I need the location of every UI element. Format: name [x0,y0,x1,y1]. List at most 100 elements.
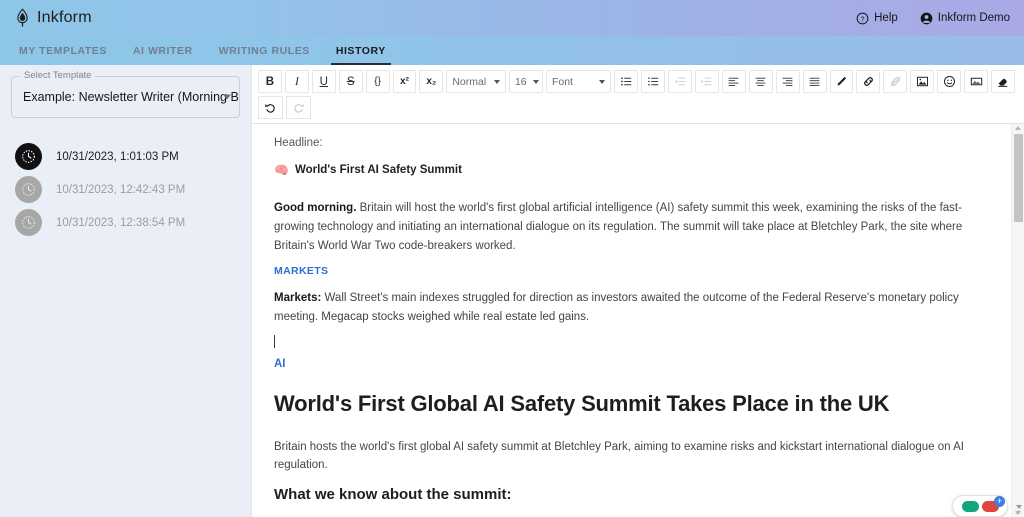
account-circle-icon [920,12,933,25]
font-size-value: 16 [514,75,527,88]
template-select-value[interactable]: Example: Newsletter Writer (Morning Brew… [11,76,240,118]
chevron-down-icon [599,79,606,84]
insert-image-button[interactable] [910,70,935,93]
markets-section-heading: MARKETS [274,265,329,278]
underline-button[interactable]: U [311,70,336,93]
app-header: Inkform ? Help Inkform Demo [0,0,1024,36]
history-clock-icon [15,176,42,203]
font-family-value: Font [551,75,573,88]
writing-assistant-widget[interactable]: + [952,495,1008,517]
editor-toolbar: B I U S {} x² x₂ Normal 16 Font [252,65,1024,124]
indent-increase-button[interactable] [695,70,719,93]
bulleted-list-icon [620,75,633,88]
tab-my-templates[interactable]: MY TEMPLATES [6,36,120,65]
article-subtitle: Britain hosts the world's first global A… [274,440,964,472]
highlighter-button[interactable] [829,70,854,93]
subscript-button[interactable]: x₂ [419,70,444,93]
numbered-list-button[interactable] [641,70,666,93]
history-timestamp: 10/31/2023, 12:38:54 PM [56,216,186,229]
tab-ai-writer[interactable]: AI WRITER [120,36,206,65]
svg-text:?: ? [861,16,865,23]
history-item-0[interactable]: 10/31/2023, 1:01:03 PM [11,140,240,173]
chevron-down-icon [493,79,500,84]
app-root: Inkform ? Help Inkform Demo MY TEMPLATES… [0,0,1024,517]
clear-format-icon [996,75,1009,88]
editor-column: B I U S {} x² x₂ Normal 16 Font Headline… [252,65,1024,517]
assistant-plus-badge[interactable]: + [994,496,1005,507]
toolbar-row-2 [258,96,1018,119]
chevron-down-icon [223,94,231,100]
tab-writing-rules[interactable]: WRITING RULES [206,36,323,65]
history-item-1[interactable]: 10/31/2023, 12:42:43 PM [11,173,240,206]
emoji-button[interactable] [937,70,962,93]
link-icon [862,75,875,88]
numbered-list-icon [647,75,660,88]
redo-icon [292,101,305,114]
history-clock-icon [15,209,42,236]
text-cursor [274,334,996,349]
tab-history[interactable]: HISTORY [323,36,399,65]
bulleted-list-button[interactable] [614,70,639,93]
history-item-2[interactable]: 10/31/2023, 12:38:54 PM [11,206,240,239]
highlighter-pen-icon [835,75,848,88]
lead-text: Britain will host the world's first glob… [274,202,963,252]
link-button[interactable] [856,70,881,93]
align-right-button[interactable] [775,70,800,93]
history-sidebar: Select Template Example: Newsletter Writ… [0,65,252,517]
brand-logo[interactable]: Inkform [14,8,92,28]
main-body: Select Template Example: Newsletter Writ… [0,65,1024,517]
bold-button[interactable]: B [258,70,282,93]
history-clock-icon [15,143,42,170]
document-content[interactable]: Headline: 🧠 World's First AI Safety Summ… [252,124,1024,517]
italic-button[interactable]: I [284,70,309,93]
align-left-button[interactable] [721,70,746,93]
article-title: World's First Global AI Safety Summit Ta… [274,391,890,416]
brand-name: Inkform [37,9,92,26]
help-label: Help [874,12,898,24]
template-select[interactable]: Select Template Example: Newsletter Writ… [11,70,240,118]
undo-icon [264,101,277,114]
emoji-icon [943,75,956,88]
headline-label: Headline: [274,137,323,149]
code-block-button[interactable]: {} [365,70,390,93]
font-family-select[interactable]: Font [545,70,612,93]
indent-decrease-button[interactable] [668,70,693,93]
block-format-value: Normal [452,75,487,88]
indent-increase-icon [700,75,713,88]
history-timestamp: 10/31/2023, 12:42:43 PM [56,183,186,196]
assistant-green-indicator [961,500,979,512]
scrollbar-thumb[interactable] [1014,134,1023,222]
markets-bold: Markets: [274,292,322,305]
undo-button[interactable] [258,96,283,119]
redo-button[interactable] [286,96,311,119]
article-section-heading: What we know about the summit: [274,485,512,503]
align-justify-icon [808,75,821,88]
scroll-up-arrow-icon[interactable] [1015,126,1021,130]
ai-section-heading: AI [274,358,286,371]
indent-decrease-icon [674,75,687,88]
lead-bold: Good morning. [274,202,357,215]
markets-paragraph: Markets: Wall Street's main indexes stru… [274,289,996,326]
video-icon [970,75,983,88]
help-button[interactable]: ? Help [856,12,898,25]
font-size-select[interactable]: 16 [508,70,543,93]
block-format-select[interactable]: Normal [446,70,506,93]
markets-text: Wall Street's main indexes struggled for… [274,292,959,323]
help-circle-icon: ? [856,12,869,25]
superscript-button[interactable]: x² [392,70,417,93]
unlink-button[interactable] [883,70,908,93]
strikethrough-button[interactable]: S [338,70,363,93]
template-select-label: Select Template [20,70,96,81]
resize-grip-icon: ⋰ [1015,508,1022,515]
account-label: Inkform Demo [937,12,1010,24]
header-actions: ? Help Inkform Demo [856,12,1010,25]
headline-text: World's First AI Safety Summit [294,163,462,176]
account-button[interactable]: Inkform Demo [920,12,1010,25]
document-scrollbar[interactable] [1011,124,1024,517]
clear-format-button[interactable] [991,70,1015,93]
chevron-down-icon [532,79,539,84]
insert-video-button[interactable] [964,70,988,93]
align-center-button[interactable] [748,70,773,93]
history-timestamp: 10/31/2023, 1:01:03 PM [56,150,179,163]
align-justify-button[interactable] [802,70,827,93]
